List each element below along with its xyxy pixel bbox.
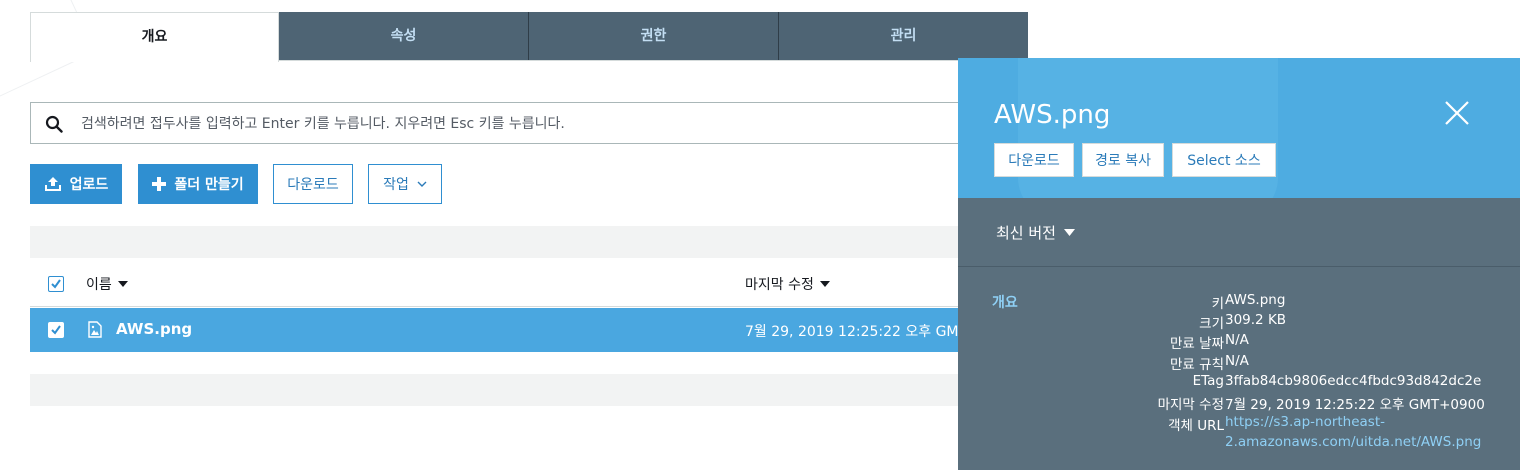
- detail-value: 3ffab84cb9806edcc4fbdc93d842dc2e: [1225, 373, 1482, 389]
- copy-path-button[interactable]: 경로 복사: [1082, 143, 1164, 177]
- detail-key: ETag: [1192, 373, 1224, 389]
- object-url-link[interactable]: https://s3.ap-northeast-: [1225, 414, 1385, 430]
- close-icon[interactable]: [1444, 100, 1470, 126]
- version-dropdown[interactable]: 최신 버전: [996, 222, 1075, 243]
- detail-value: N/A: [1225, 353, 1249, 369]
- table-info-bar: [30, 226, 970, 258]
- detail-key: 마지막 수정: [1157, 397, 1224, 413]
- actions-label: 작업: [383, 177, 409, 193]
- row-checkbox[interactable]: [48, 322, 64, 338]
- image-file-icon: [88, 321, 102, 338]
- copy-path-label: 경로 복사: [1095, 153, 1151, 169]
- column-header-name[interactable]: 이름: [86, 274, 128, 294]
- column-modified-label: 마지막 수정: [745, 277, 814, 293]
- detail-key: 만료 날짜: [1170, 336, 1224, 352]
- tab-management[interactable]: 관리: [779, 12, 1028, 60]
- sort-down-icon: [819, 281, 830, 287]
- panel-download-label: 다운로드: [1008, 153, 1060, 169]
- version-row: 최신 버전: [958, 198, 1520, 267]
- panel-header: AWS.png 다운로드 경로 복사 Select 소스: [958, 58, 1520, 198]
- tab-permissions[interactable]: 권한: [529, 12, 779, 60]
- panel-title: AWS.png: [994, 100, 1111, 130]
- column-header-modified[interactable]: 마지막 수정: [745, 274, 830, 294]
- detail-value: 7월 29, 2019 12:25:22 오후 GMT+0900: [1225, 397, 1485, 413]
- tab-divider: [278, 60, 1028, 61]
- detail-key: 키: [1211, 296, 1224, 312]
- object-detail-panel: AWS.png 다운로드 경로 복사 Select 소스 최신 버전 개요 키 …: [958, 58, 1520, 470]
- create-folder-button[interactable]: 폴더 만들기: [138, 164, 258, 204]
- detail-key: 객체 URL: [1168, 418, 1224, 434]
- detail-value: AWS.png: [1225, 292, 1286, 308]
- search-input[interactable]: [79, 109, 963, 139]
- table-row[interactable]: AWS.png 7월 29, 2019 12:25:22 오후 GMT+0900: [30, 308, 1014, 352]
- sort-down-icon: [117, 281, 128, 287]
- create-folder-label: 폴더 만들기: [174, 177, 244, 193]
- download-button[interactable]: 다운로드: [273, 164, 353, 204]
- checkmark-icon: [51, 279, 61, 289]
- upload-label: 업로드: [69, 177, 109, 193]
- chevron-down-icon: [417, 181, 427, 187]
- download-label: 다운로드: [287, 177, 339, 193]
- table-header: 이름 마지막 수정: [30, 262, 970, 307]
- table-footer-bar: [30, 374, 970, 406]
- detail-key: 만료 규칙: [1170, 357, 1224, 373]
- object-url-link-cont[interactable]: 2.amazonaws.com/uitda.net/AWS.png: [1225, 434, 1481, 450]
- detail-value: 309.2 KB: [1225, 312, 1287, 328]
- select-all-checkbox[interactable]: [48, 276, 64, 292]
- actions-dropdown[interactable]: 작업: [368, 164, 442, 204]
- tab-properties[interactable]: 속성: [279, 12, 529, 60]
- version-label: 최신 버전: [996, 224, 1056, 242]
- search-icon: [45, 115, 63, 133]
- upload-icon: [44, 177, 61, 191]
- overview-section-label: 개요: [992, 295, 1018, 311]
- plus-icon: [152, 177, 167, 191]
- tab-bar: 개요 속성 권한 관리: [30, 12, 1028, 62]
- search-box: [30, 102, 970, 144]
- detail-value: N/A: [1225, 332, 1249, 348]
- caret-down-icon: [1063, 229, 1075, 236]
- file-name-link[interactable]: AWS.png: [116, 320, 192, 338]
- tab-overview[interactable]: 개요: [30, 12, 279, 62]
- checkmark-icon: [51, 325, 61, 335]
- upload-button[interactable]: 업로드: [30, 164, 122, 204]
- panel-download-button[interactable]: 다운로드: [994, 143, 1074, 177]
- select-source-label: Select 소스: [1187, 153, 1261, 169]
- detail-key: 크기: [1199, 316, 1224, 332]
- column-name-label: 이름: [86, 277, 112, 293]
- select-source-button[interactable]: Select 소스: [1172, 143, 1276, 177]
